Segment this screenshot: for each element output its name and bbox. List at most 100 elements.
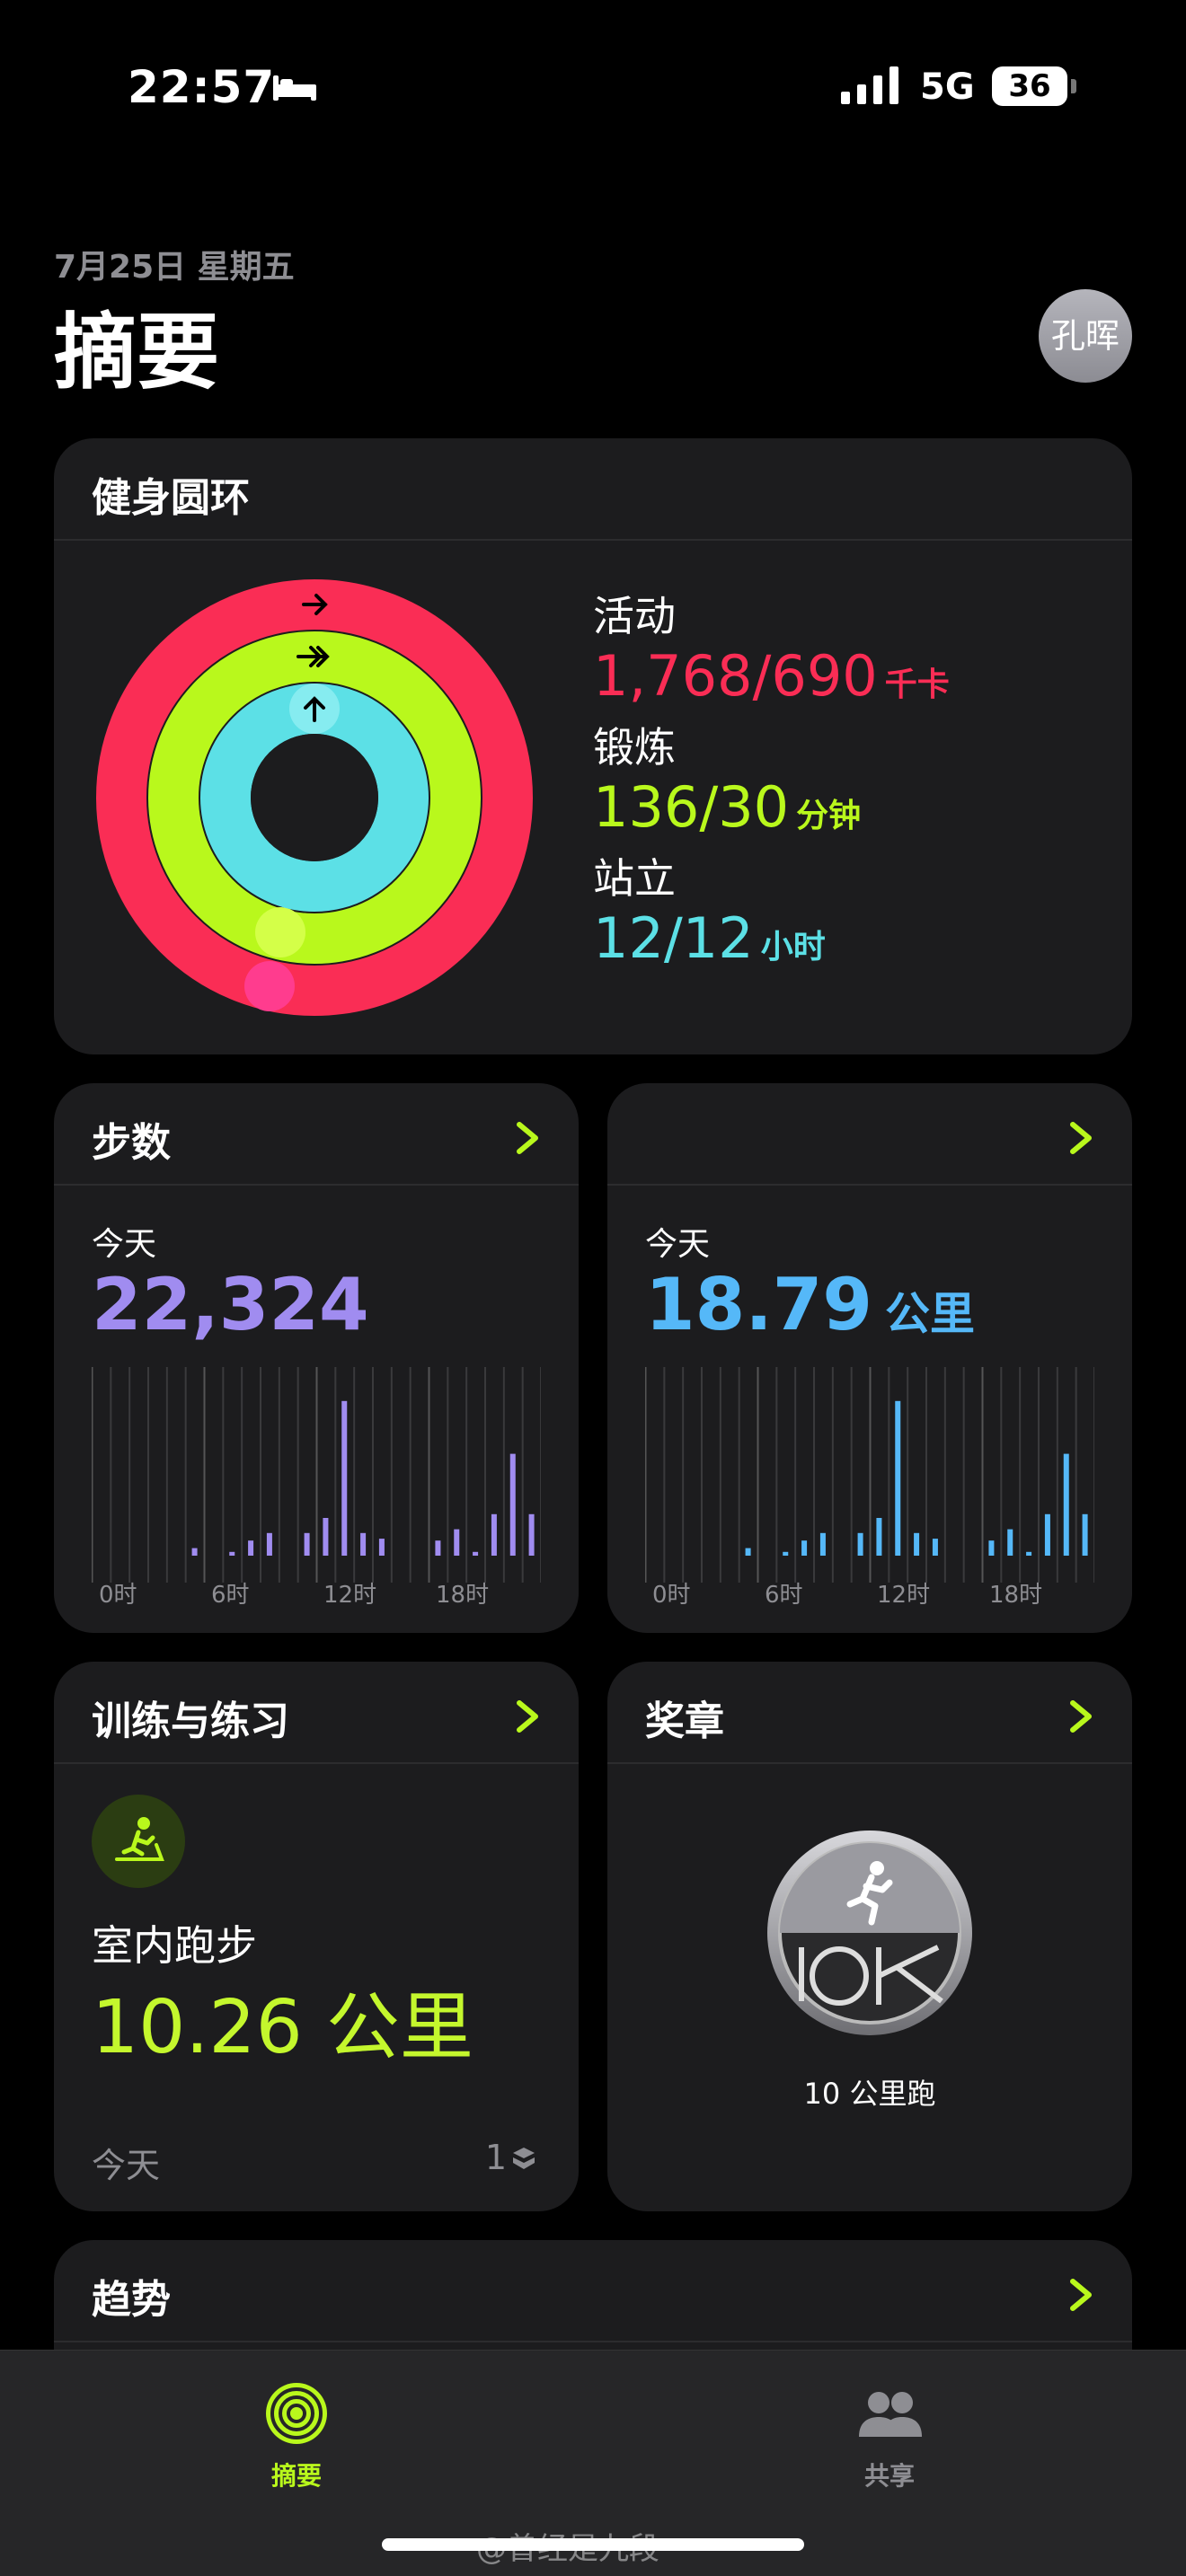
tab-summary[interactable]: 摘要 (207, 2378, 386, 2492)
exercise-unit: 分钟 (796, 798, 862, 834)
tab-summary-label: 摘要 (270, 2461, 322, 2491)
hour-bar (378, 1539, 385, 1556)
chevron-right-icon (517, 1700, 538, 1733)
10k-medal-icon (767, 1831, 972, 2035)
exercise-stat: 锻炼 136/30 分钟 (593, 715, 861, 840)
hour-bar (801, 1540, 808, 1556)
steps-value: 22,324 (92, 1263, 369, 1346)
hour-bar (473, 1551, 479, 1556)
workout-distance: 10.26 公里 (92, 1985, 474, 2070)
workout-date: 今天 (92, 2146, 161, 2185)
divider (607, 1184, 1132, 1186)
page-title: 摘要 (54, 304, 220, 401)
distance-hourly-chart: 0时 6时 12时 18时 (645, 1367, 1094, 1609)
hour-bar (988, 1540, 995, 1556)
chevron-right-icon (1070, 2279, 1092, 2311)
hour-bar (491, 1513, 497, 1556)
avatar[interactable]: 孔晖 (1039, 289, 1132, 383)
chevron-right-icon (517, 1122, 538, 1154)
activity-rings-chart (96, 579, 533, 1016)
stand-unit: 小时 (760, 929, 826, 966)
move-value: 1,768/690 千卡 (593, 643, 950, 709)
status-bar: 22:57 5G 36 (0, 54, 1186, 117)
stand-label: 站立 (593, 854, 676, 903)
hour-bar (191, 1548, 198, 1556)
distance-value: 18.79 公里 (645, 1263, 975, 1346)
stand-stat: 站立 12/12 小时 (593, 846, 826, 971)
hour-bar (1044, 1513, 1050, 1556)
hour-bar (783, 1551, 789, 1556)
hour-bar (876, 1518, 882, 1556)
divider (54, 1184, 579, 1186)
hour-bar (914, 1532, 920, 1556)
hour-bar (932, 1539, 938, 1556)
hour-bar (229, 1551, 235, 1556)
hour-bar (509, 1453, 516, 1556)
distance-unit: 公里 (885, 1288, 976, 1340)
divider (607, 1762, 1132, 1764)
hour-bar (266, 1532, 272, 1556)
hour-bar (248, 1540, 254, 1556)
card-title: 健身圆环 (92, 475, 250, 521)
axis-tick-label: 12时 (877, 1582, 930, 1609)
steps-hourly-chart: 0时 6时 12时 18时 (92, 1367, 541, 1609)
activity-rings-tab-icon (266, 2383, 327, 2444)
hour-bar (304, 1532, 310, 1556)
home-indicator[interactable] (382, 2538, 804, 2551)
hour-bar (341, 1400, 348, 1556)
hour-bar (895, 1400, 901, 1556)
axis-tick-label: 6时 (211, 1582, 250, 1609)
sleep-focus-icon (273, 75, 316, 101)
header-date: 7月25日 星期五 (54, 249, 295, 286)
axis-tick-label: 0时 (652, 1582, 691, 1609)
card-title: 训练与练习 (92, 1698, 289, 1744)
today-label: 今天 (92, 1226, 157, 1263)
axis-tick-label: 6时 (765, 1582, 803, 1609)
hour-bar (1026, 1551, 1032, 1556)
divider (54, 1762, 579, 1764)
hour-bar (435, 1540, 441, 1556)
move-label: 活动 (593, 592, 676, 640)
exercise-value: 136/30 分钟 (593, 774, 861, 840)
move-stat: 活动 1,768/690 千卡 (593, 584, 950, 709)
axis-tick-label: 18时 (436, 1582, 489, 1609)
stand-value-text: 12/12 (593, 905, 754, 971)
axis-tick-label: 12时 (323, 1582, 376, 1609)
tab-sharing[interactable]: 共享 (800, 2378, 979, 2492)
distance-card[interactable]: 今天 18.79 公里 0时 6时 12时 18时 (607, 1083, 1132, 1633)
tab-sharing-label: 共享 (863, 2461, 915, 2491)
exercise-value-text: 136/30 (593, 774, 790, 840)
hour-bar (1082, 1513, 1088, 1556)
chevron-right-icon (1070, 1122, 1092, 1154)
divider (54, 539, 1132, 541)
workouts-card[interactable]: 训练与练习 室内跑步 10.26 公里 今天 1 (54, 1662, 579, 2211)
workout-type: 室内跑步 (92, 1921, 257, 1970)
cellular-signal-icon (841, 66, 898, 104)
hour-bar (819, 1532, 826, 1556)
card-title: 步数 (92, 1120, 171, 1166)
axis-tick-label: 0时 (99, 1582, 137, 1609)
card-title: 趋势 (92, 2277, 171, 2323)
chevron-right-icon (1070, 1700, 1092, 1733)
battery-nub (1071, 79, 1076, 93)
steps-card[interactable]: 步数 今天 22,324 0时 6时 12时 18时 (54, 1083, 579, 1633)
status-time: 22:57 (128, 61, 276, 113)
today-label: 今天 (645, 1226, 711, 1263)
people-icon (859, 2392, 922, 2437)
axis-tick-label: 18时 (989, 1582, 1042, 1609)
divider (54, 2341, 1132, 2342)
network-type: 5G (920, 66, 975, 108)
hour-bar (745, 1548, 751, 1556)
card-title: 奖章 (645, 1698, 724, 1744)
awards-card[interactable]: 奖章 10 公里跑 (607, 1662, 1132, 2211)
activity-rings-card[interactable]: 健身圆环 活动 1,768/690 千卡 锻炼 136/30 分钟 站立 12/12… (54, 438, 1132, 1054)
medal-label: 10 公里跑 (803, 2077, 936, 2111)
hour-bar (360, 1532, 367, 1556)
distance-value-text: 18.79 (645, 1263, 873, 1346)
move-unit: 千卡 (884, 666, 950, 703)
move-value-text: 1,768/690 (593, 643, 878, 709)
exercise-label: 锻炼 (593, 723, 676, 772)
workout-count: 1 (484, 2138, 507, 2177)
stack-icon (513, 2148, 535, 2169)
hour-bar (857, 1532, 863, 1556)
